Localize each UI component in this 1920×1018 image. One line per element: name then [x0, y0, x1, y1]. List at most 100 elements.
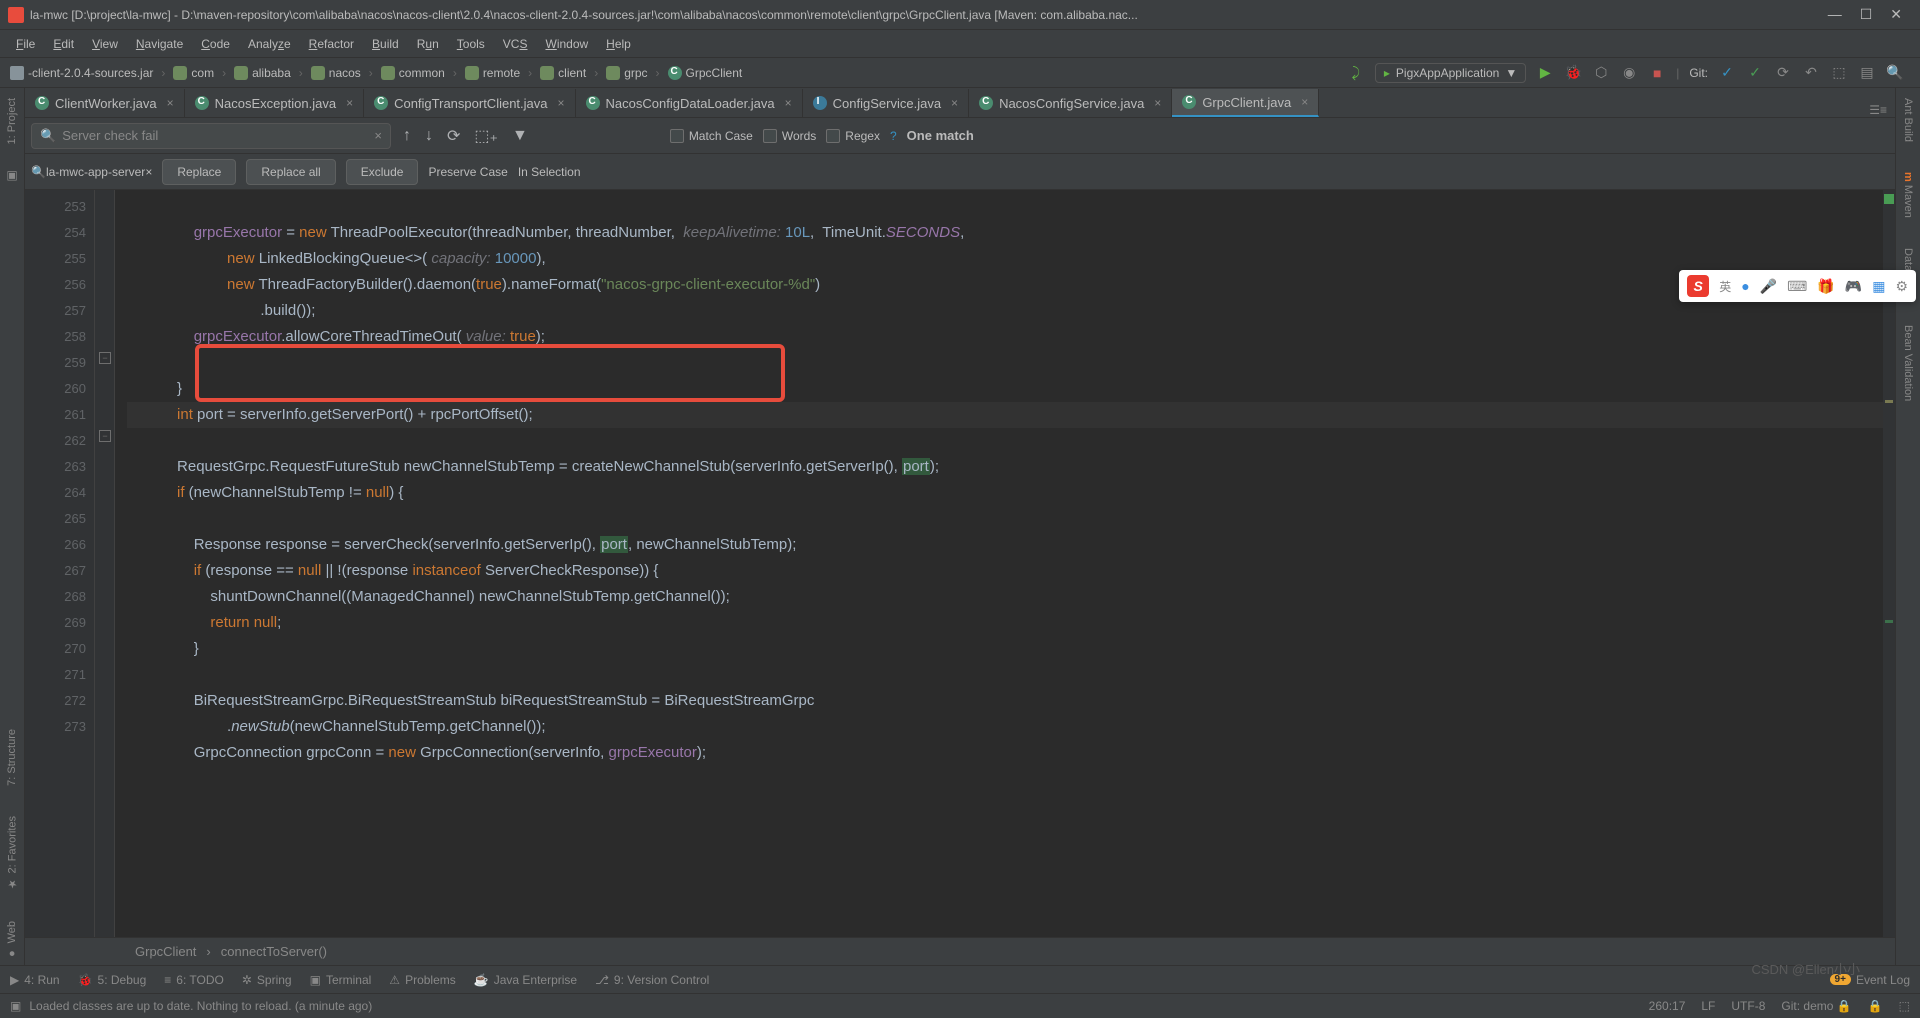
menu-vcs[interactable]: VCS	[495, 34, 536, 54]
ime-settings-icon[interactable]: ⚙	[1895, 278, 1908, 295]
bc-jar[interactable]: -client-2.0.4-sources.jar	[8, 66, 155, 80]
close-icon[interactable]: ×	[1154, 96, 1161, 110]
build-icon[interactable]: ⤸	[1347, 64, 1365, 82]
menu-tools[interactable]: Tools	[449, 34, 493, 54]
close-icon[interactable]: ×	[785, 96, 792, 110]
ime-voice-icon[interactable]: 🎤	[1760, 278, 1777, 295]
tab-grpcclient[interactable]: GrpcClient.java×	[1172, 89, 1319, 117]
run-config-selector[interactable]: ▸PigxAppApplication▼	[1375, 63, 1526, 83]
crumb-class[interactable]: GrpcClient	[135, 944, 196, 959]
bc-pkg[interactable]: common	[379, 66, 447, 80]
close-icon[interactable]: ×	[1301, 95, 1308, 109]
coverage-button[interactable]: ⬡	[1592, 64, 1610, 82]
ide-settings-icon[interactable]: ▤	[1858, 64, 1876, 82]
bc-pkg[interactable]: com	[171, 66, 216, 80]
git-commit-icon[interactable]: ✓	[1746, 64, 1764, 82]
ime-mic-icon[interactable]: ●	[1741, 278, 1749, 294]
replace-button[interactable]: Replace	[162, 159, 236, 185]
in-selection-checkbox[interactable]: In Selection	[518, 165, 581, 179]
ime-lang[interactable]: 英	[1719, 278, 1731, 295]
fold-column[interactable]: − −	[95, 190, 115, 937]
bc-class[interactable]: GrpcClient	[666, 66, 745, 80]
tab-configtransportclient[interactable]: ConfigTransportClient.java×	[364, 89, 575, 117]
code-content[interactable]: grpcExecutor = new ThreadPoolExecutor(th…	[115, 190, 1883, 937]
toolwindow-debug[interactable]: 🐞 5: Debug	[78, 973, 147, 987]
bc-pkg[interactable]: alibaba	[232, 66, 293, 80]
ime-gift-icon[interactable]: 🎁	[1817, 278, 1834, 295]
close-icon[interactable]: ×	[346, 96, 353, 110]
git-update-icon[interactable]: ✓	[1718, 64, 1736, 82]
menu-refactor[interactable]: Refactor	[301, 34, 362, 54]
toolwindow-structure[interactable]: 7: Structure	[4, 723, 20, 792]
menu-help[interactable]: Help	[598, 34, 639, 54]
menu-view[interactable]: View	[84, 34, 126, 54]
git-branch[interactable]: Git: demo 🔒	[1781, 999, 1851, 1013]
ime-game-icon[interactable]: 🎮	[1845, 278, 1862, 295]
menu-navigate[interactable]: Navigate	[128, 34, 191, 54]
run-button[interactable]: ▶	[1536, 64, 1554, 82]
toolwindow-terminal[interactable]: ▣ Terminal	[310, 973, 372, 987]
clear-icon[interactable]: ×	[145, 165, 152, 179]
bc-pkg[interactable]: nacos	[309, 66, 363, 80]
ime-grid-icon[interactable]: ▦	[1872, 278, 1885, 295]
toolwindow-todo[interactable]: ≡ 6: TODO	[164, 973, 224, 987]
close-icon[interactable]: ×	[558, 96, 565, 110]
exclude-button[interactable]: Exclude	[346, 159, 419, 185]
toolwindow-spring[interactable]: ✲ Spring	[242, 973, 292, 987]
regex-help-icon[interactable]: ?	[890, 129, 897, 143]
readonly-icon[interactable]: 🔒	[1868, 999, 1883, 1013]
debug-button[interactable]: 🐞	[1564, 64, 1582, 82]
tab-clientworker[interactable]: ClientWorker.java×	[25, 89, 185, 117]
replace-input[interactable]: 🔍la-mwc-app-server×	[31, 165, 152, 179]
toolwindow-web[interactable]: ● Web	[4, 915, 20, 965]
menu-run[interactable]: Run	[409, 34, 447, 54]
fold-icon[interactable]: −	[99, 352, 111, 364]
close-button[interactable]: ✕	[1890, 6, 1902, 23]
menu-edit[interactable]: Edit	[45, 34, 82, 54]
menu-code[interactable]: Code	[193, 34, 238, 54]
tab-list-icon[interactable]: ☰≡	[1861, 103, 1895, 117]
select-all-icon[interactable]: ⟳	[445, 126, 462, 146]
replace-all-button[interactable]: Replace all	[246, 159, 335, 185]
preserve-case-checkbox[interactable]: Preserve Case	[428, 165, 507, 179]
profile-button[interactable]: ◉	[1620, 64, 1638, 82]
file-encoding[interactable]: UTF-8	[1731, 999, 1765, 1013]
toolwindow-maven[interactable]: m Maven	[1900, 166, 1916, 224]
tab-nacosexception[interactable]: NacosException.java×	[185, 89, 364, 117]
close-icon[interactable]: ×	[167, 96, 174, 110]
match-case-checkbox[interactable]: Match Case	[670, 129, 753, 143]
words-checkbox[interactable]: Words	[763, 129, 816, 143]
clear-icon[interactable]: ×	[374, 128, 382, 143]
menu-analyze[interactable]: Analyze	[240, 34, 299, 54]
error-stripe[interactable]	[1883, 190, 1895, 937]
bc-pkg[interactable]: grpc	[604, 66, 649, 80]
fold-icon[interactable]: −	[99, 430, 111, 442]
line-separator[interactable]: LF	[1701, 999, 1715, 1013]
filter-icon[interactable]: ▼	[510, 127, 530, 145]
toolwindow-problems[interactable]: ⚠ Problems	[389, 973, 455, 987]
git-history-icon[interactable]: ⟳	[1774, 64, 1792, 82]
toolwindow-project[interactable]: 1: Project	[4, 92, 20, 150]
search-everywhere-icon[interactable]: 🔍	[1886, 64, 1904, 82]
minimize-button[interactable]: —	[1828, 6, 1842, 23]
ime-toolbar[interactable]: S 英 ● 🎤 ⌨ 🎁 🎮 ▦ ⚙	[1679, 270, 1916, 302]
caret-position[interactable]: 260:17	[1649, 999, 1686, 1013]
git-push-icon[interactable]: ⬚	[1830, 64, 1848, 82]
status-square-icon[interactable]: ▣	[10, 999, 21, 1013]
toolwindow-javaee[interactable]: ☕ Java Enterprise	[474, 973, 577, 987]
menu-file[interactable]: File	[8, 34, 43, 54]
prev-match-icon[interactable]: ↑	[401, 127, 413, 145]
bc-pkg[interactable]: client	[538, 66, 588, 80]
git-rollback-icon[interactable]: ↶	[1802, 64, 1820, 82]
toolwindow-run[interactable]: ▶ 4: Run	[10, 973, 60, 987]
tab-nacosconfigdataloader[interactable]: NacosConfigDataLoader.java×	[576, 89, 803, 117]
next-match-icon[interactable]: ↓	[423, 127, 435, 145]
toolwindow-beanvalidation[interactable]: Bean Validation	[1900, 319, 1916, 407]
stop-button[interactable]: ■	[1648, 64, 1666, 82]
ime-keyboard-icon[interactable]: ⌨	[1787, 278, 1807, 295]
close-icon[interactable]: ×	[951, 96, 958, 110]
toolwindow-versioncontrol[interactable]: ⎇ 9: Version Control	[595, 973, 709, 987]
menu-build[interactable]: Build	[364, 34, 407, 54]
toolwindow-favorites[interactable]: ★ 2: Favorites	[4, 810, 21, 896]
code-editor[interactable]: 2532542552562572582592602612622632642652…	[25, 190, 1895, 937]
